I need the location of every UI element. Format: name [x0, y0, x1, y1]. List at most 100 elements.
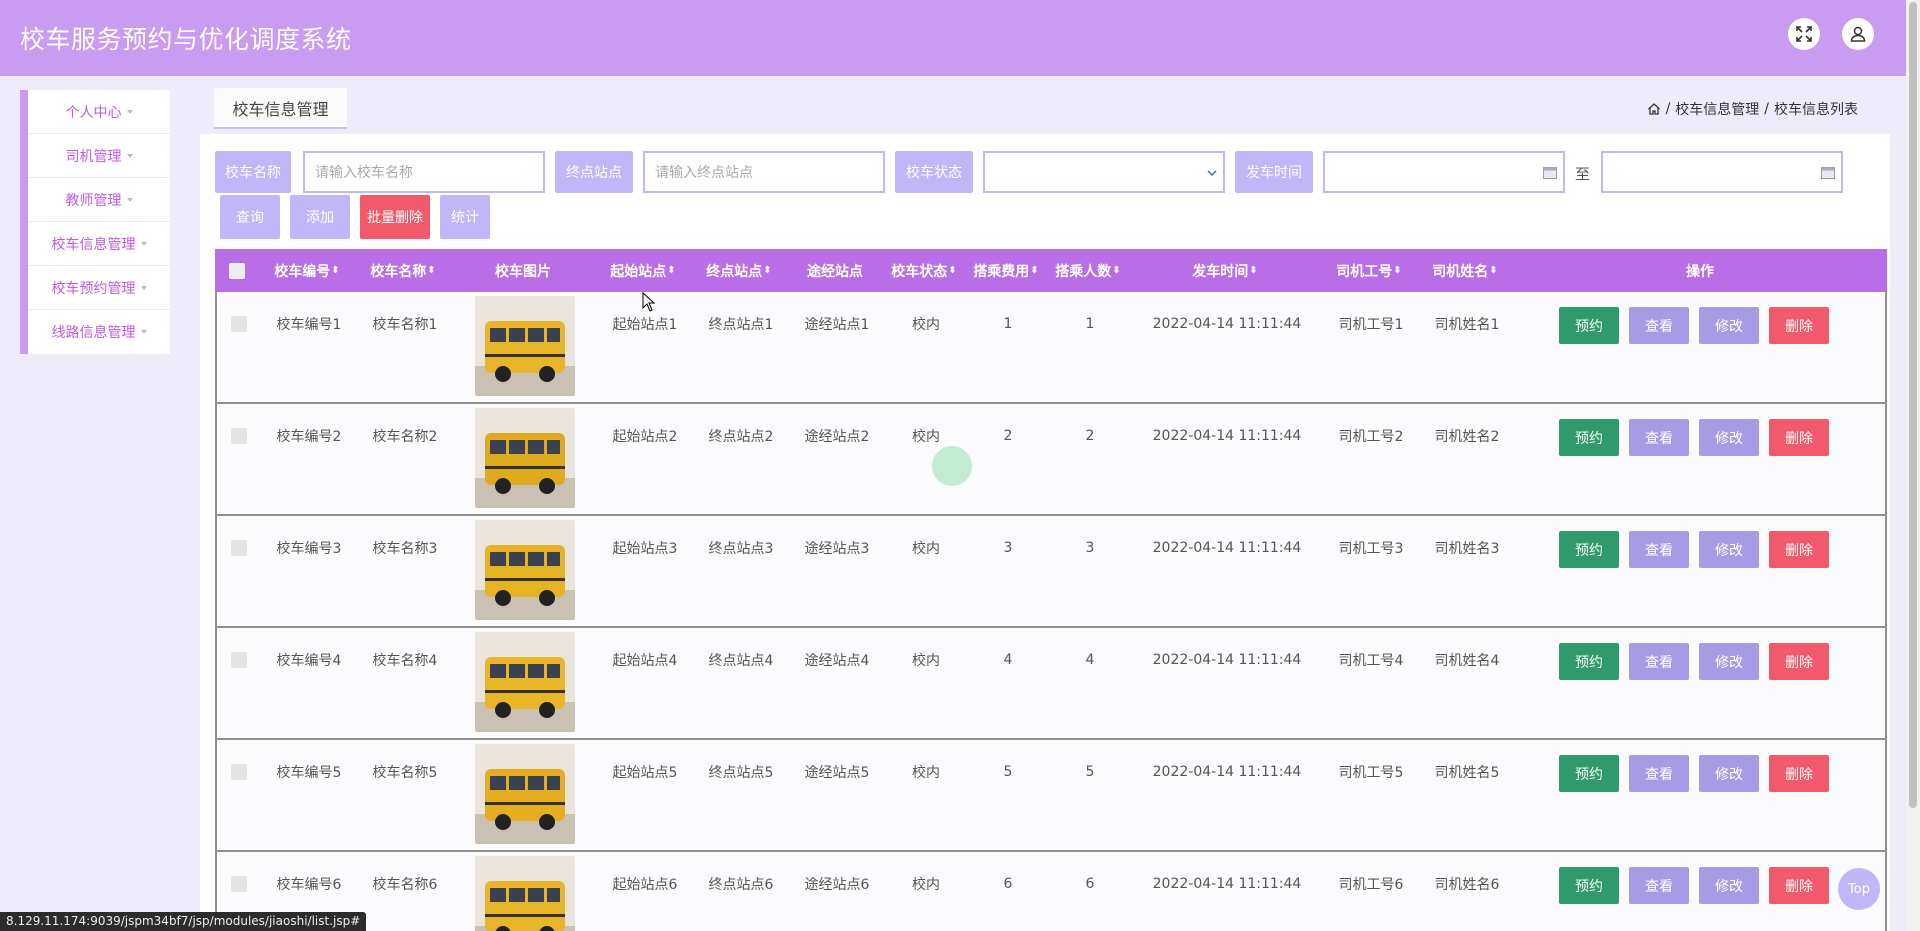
query-button[interactable]: 查询: [220, 195, 280, 239]
edit-button[interactable]: 修改: [1699, 419, 1759, 456]
reserve-button[interactable]: 预约: [1559, 419, 1619, 456]
header-bus-name[interactable]: 校车名称 ⬍: [355, 249, 451, 292]
bus-thumbnail[interactable]: [475, 744, 575, 844]
reserve-button[interactable]: 预约: [1559, 643, 1619, 680]
header-fee[interactable]: 搭乘费用 ⬍: [965, 249, 1047, 292]
header-passenger-count[interactable]: 搭乘人数 ⬍: [1047, 249, 1129, 292]
departure-time-from-input[interactable]: [1323, 151, 1565, 193]
edit-button[interactable]: 修改: [1699, 755, 1759, 792]
row-checkbox[interactable]: [231, 316, 247, 332]
sidebar-item-route-info[interactable]: 线路信息管理: [28, 310, 170, 354]
fullscreen-button[interactable]: [1788, 18, 1820, 50]
sidebar-item-label: 校车预约管理: [51, 280, 136, 297]
reserve-button[interactable]: 预约: [1559, 531, 1619, 568]
cell-driver-no: 司机工号2: [1338, 429, 1404, 445]
bus-thumbnail[interactable]: [475, 408, 575, 508]
sort-icon: ⬍: [1393, 265, 1402, 276]
cell-driver-name: 司机姓名3: [1434, 541, 1500, 557]
header-bus-status[interactable]: 校车状态 ⬍: [883, 249, 965, 292]
header-end-station[interactable]: 终点站点 ⬍: [691, 249, 787, 292]
caret-down-icon: [126, 197, 133, 202]
edit-button[interactable]: 修改: [1699, 307, 1759, 344]
header-bus-id[interactable]: 校车编号 ⬍: [259, 249, 355, 292]
header-label: 校车编号: [274, 263, 331, 280]
view-button[interactable]: 查看: [1629, 755, 1689, 792]
delete-button[interactable]: 删除: [1769, 867, 1829, 904]
breadcrumb-level1[interactable]: 校车信息管理: [1675, 99, 1759, 119]
delete-button[interactable]: 删除: [1769, 531, 1829, 568]
sidebar-item-profile[interactable]: 个人中心: [28, 90, 170, 134]
caret-down-icon: [140, 241, 147, 246]
cell-driver-no: 司机工号4: [1338, 653, 1404, 669]
add-button[interactable]: 添加: [290, 195, 350, 239]
cell-via-station: 途经站点2: [804, 429, 870, 445]
back-to-top-button[interactable]: Top: [1838, 868, 1880, 910]
header-label: 终点站点: [706, 263, 763, 280]
batch-delete-button[interactable]: 批量删除: [360, 195, 430, 239]
row-checkbox[interactable]: [231, 428, 247, 444]
view-button[interactable]: 查看: [1629, 531, 1689, 568]
caret-down-icon: [126, 109, 133, 114]
cell-passenger-count: 6: [1085, 876, 1095, 892]
top-header: 校车服务预约与优化调度系统: [0, 0, 1920, 76]
bus-thumbnail[interactable]: [475, 632, 575, 732]
sidebar-item-bus-info[interactable]: 校车信息管理: [28, 222, 170, 266]
sidebar-item-drivers[interactable]: 司机管理: [28, 134, 170, 178]
bus-thumbnail[interactable]: [475, 520, 575, 620]
header-driver-no[interactable]: 司机工号 ⬍: [1321, 249, 1417, 292]
sidebar-item-teachers[interactable]: 教师管理: [28, 178, 170, 222]
row-checkbox[interactable]: [231, 652, 247, 668]
departure-time-to-input[interactable]: [1601, 151, 1843, 193]
cell-start-station: 起始站点3: [612, 541, 678, 557]
tab-bus-info[interactable]: 校车信息管理: [214, 88, 347, 129]
home-icon[interactable]: [1647, 102, 1661, 116]
edit-button[interactable]: 修改: [1699, 531, 1759, 568]
view-button[interactable]: 查看: [1629, 307, 1689, 344]
select-all-checkbox[interactable]: [229, 262, 245, 279]
header-departure-time[interactable]: 发车时间 ⬍: [1129, 249, 1321, 292]
statistics-button[interactable]: 统计: [440, 195, 490, 239]
table-header: 校车编号 ⬍ 校车名称 ⬍ 校车图片 起始站点 ⬍ 终点站点 ⬍ 途经站点 校车状态 ⬍ …: [215, 249, 1887, 292]
cell-fee: 6: [1003, 876, 1013, 892]
edit-button[interactable]: 修改: [1699, 643, 1759, 680]
view-button[interactable]: 查看: [1629, 643, 1689, 680]
row-checkbox[interactable]: [231, 876, 247, 892]
cell-departure-time: 2022-04-14 11:11:44: [1152, 316, 1302, 332]
cell-end-station: 终点站点5: [708, 765, 774, 781]
delete-button[interactable]: 删除: [1769, 419, 1829, 456]
user-button[interactable]: [1842, 18, 1874, 50]
view-button[interactable]: 查看: [1629, 419, 1689, 456]
scrollbar-thumb[interactable]: [1909, 2, 1917, 808]
sidebar-item-label: 校车信息管理: [51, 236, 136, 253]
delete-button[interactable]: 删除: [1769, 643, 1829, 680]
delete-button[interactable]: 删除: [1769, 307, 1829, 344]
cell-start-station: 起始站点6: [612, 877, 678, 893]
sort-icon: ⬍: [948, 265, 957, 276]
cell-driver-no: 司机工号3: [1338, 541, 1404, 557]
cell-end-station: 终点站点3: [708, 541, 774, 557]
sidebar-item-bus-booking[interactable]: 校车预约管理: [28, 266, 170, 310]
edit-button[interactable]: 修改: [1699, 867, 1759, 904]
delete-button[interactable]: 删除: [1769, 755, 1829, 792]
view-button[interactable]: 查看: [1629, 867, 1689, 904]
breadcrumb: / 校车信息管理 / 校车信息列表: [1647, 99, 1858, 119]
reserve-button[interactable]: 预约: [1559, 755, 1619, 792]
bus-thumbnail[interactable]: [475, 856, 575, 931]
sidebar-item-label: 教师管理: [65, 192, 122, 209]
cell-passenger-count: 5: [1085, 764, 1095, 780]
cell-fee: 5: [1003, 764, 1013, 780]
sidebar-menu: 个人中心 司机管理 教师管理 校车信息管理 校车预约管理 线路信息管理: [20, 90, 170, 354]
cell-departure-time: 2022-04-14 11:11:44: [1152, 428, 1302, 444]
row-checkbox[interactable]: [231, 764, 247, 780]
row-checkbox[interactable]: [231, 540, 247, 556]
page-scrollbar[interactable]: [1906, 0, 1920, 931]
end-station-input[interactable]: 请输入终点站点: [643, 151, 885, 193]
bus-name-input[interactable]: 请输入校车名称: [303, 151, 545, 193]
reserve-button[interactable]: 预约: [1559, 867, 1619, 904]
cell-via-station: 途经站点3: [804, 541, 870, 557]
bus-status-select[interactable]: [983, 151, 1225, 193]
header-driver-name[interactable]: 司机姓名 ⬍: [1417, 249, 1513, 292]
reserve-button[interactable]: 预约: [1559, 307, 1619, 344]
bus-thumbnail[interactable]: [475, 296, 575, 396]
header-start-station[interactable]: 起始站点 ⬍: [595, 249, 691, 292]
